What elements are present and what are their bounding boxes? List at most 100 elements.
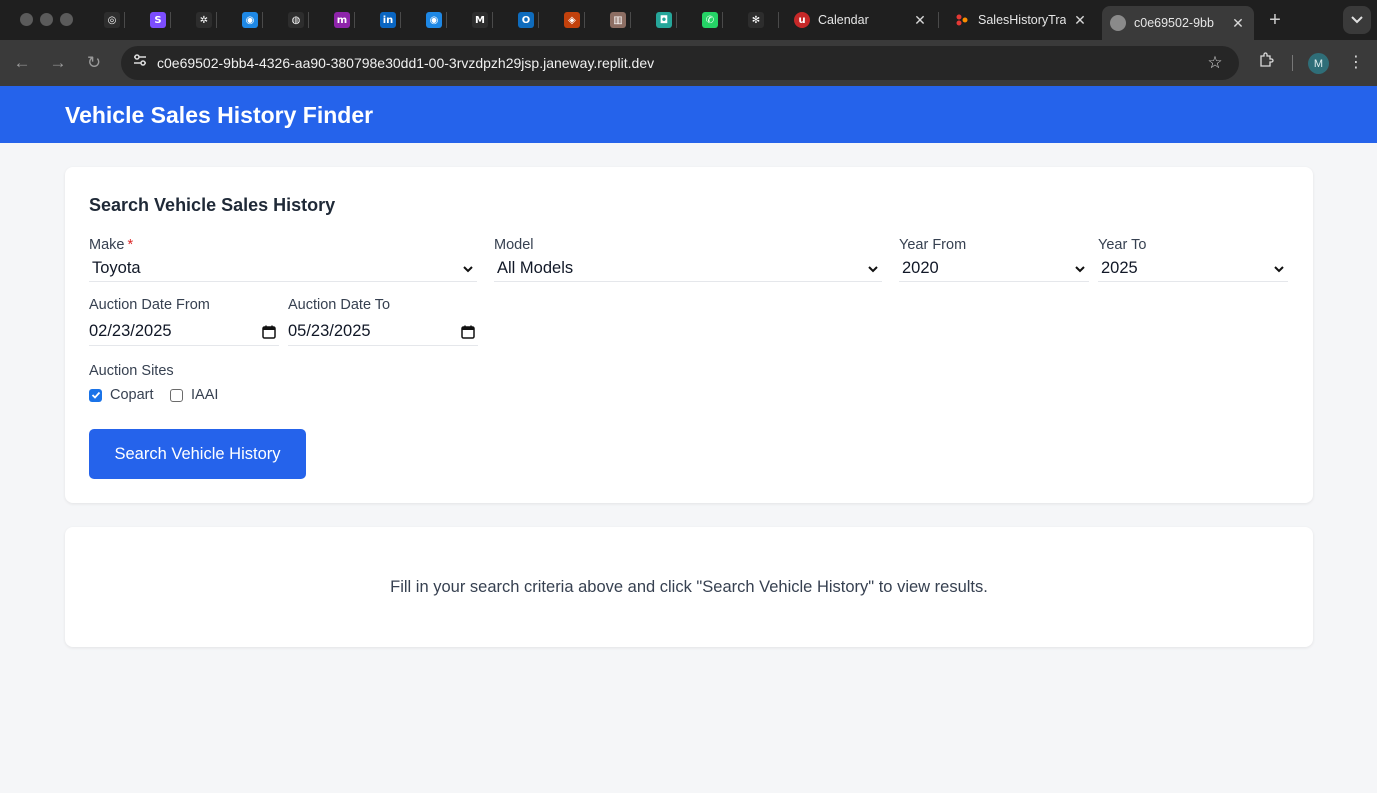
pinned-tab[interactable]: m (330, 8, 354, 32)
window-zoom-button[interactable] (60, 13, 73, 26)
pinned-tab[interactable]: ▥ (606, 8, 630, 32)
pinned-tab[interactable]: ◎ (100, 8, 124, 32)
make-label: Make * (89, 237, 133, 253)
year-from-value: 2020 (902, 259, 939, 277)
chevron-down-icon (1274, 265, 1284, 272)
calendar-icon[interactable] (460, 324, 476, 340)
tab-active-replit[interactable]: c0e69502-9bb ✕ (1102, 6, 1254, 40)
page-title: Vehicle Sales History Finder (65, 102, 374, 128)
results-card: Fill in your search criteria above and c… (65, 527, 1313, 647)
window-minimize-button[interactable] (40, 13, 53, 26)
make-select-value: Toyota (92, 259, 141, 277)
pinned-tab[interactable]: ✲ (192, 8, 216, 32)
iaai-label: IAAI (191, 387, 219, 403)
whatsapp-icon: ✆ (702, 12, 718, 28)
tab-separator (216, 12, 217, 28)
date-to-label: Auction Date To (288, 297, 391, 313)
app-header: Vehicle Sales History Finder (0, 86, 1377, 143)
new-tab-button[interactable]: + (1264, 9, 1286, 31)
chevron-down-icon (463, 265, 473, 272)
close-tab-icon[interactable]: ✕ (912, 12, 928, 28)
copart-label: Copart (110, 387, 154, 403)
window-close-button[interactable] (20, 13, 33, 26)
chevron-down-icon (1351, 16, 1363, 24)
close-tab-icon[interactable]: ✕ (1230, 15, 1246, 31)
dots-app-icon (954, 12, 970, 28)
copart-checkbox[interactable] (89, 388, 102, 402)
globe-icon (1110, 15, 1126, 31)
car-icon: ◈ (564, 12, 580, 28)
chatgpt-like-icon: ◎ (104, 12, 120, 28)
pinned-tab[interactable]: ✆ (698, 8, 722, 32)
pinned-tab[interactable]: ◍ (284, 8, 308, 32)
pinned-tab[interactable]: in (376, 8, 400, 32)
date-to-input[interactable]: 05/23/2025 (288, 318, 478, 346)
year-to-label: Year To (1098, 237, 1147, 253)
pinned-tab[interactable]: ◈ (560, 8, 584, 32)
s-app-icon: S (150, 12, 166, 28)
tab-separator (446, 12, 447, 28)
tab-separator (722, 12, 723, 28)
make-label-text: Make (89, 237, 125, 253)
tab-saleshistory[interactable]: SalesHistoryTra ✕ (946, 6, 1096, 34)
tab-separator (170, 12, 171, 28)
blue-swirl-icon: ◉ (242, 12, 258, 28)
pinned-tab[interactable]: M (468, 8, 492, 32)
address-bar[interactable]: c0e69502-9bb4-4326-aa90-380798e30dd1-00-… (121, 46, 1239, 80)
bookmark-star-icon[interactable]: ☆ (1204, 52, 1226, 74)
empty-results-message: Fill in your search criteria above and c… (390, 578, 988, 596)
year-from-select[interactable]: 2020 (899, 256, 1089, 282)
required-marker: * (127, 237, 134, 253)
calendar-icon[interactable] (261, 324, 277, 340)
extensions-icon[interactable] (1255, 52, 1277, 74)
tab-separator (308, 12, 309, 28)
tab-calendar[interactable]: u Calendar ✕ (786, 6, 936, 34)
tab-title: SalesHistoryTra (978, 13, 1066, 27)
model-select[interactable]: All Models (494, 256, 882, 282)
search-vehicle-history-button[interactable]: Search Vehicle History (89, 429, 306, 479)
iaai-checkbox-row[interactable]: IAAI (170, 387, 218, 403)
calendar-app-icon: u (794, 12, 810, 28)
back-button[interactable]: ← (11, 52, 33, 74)
chevron-down-icon (868, 265, 878, 272)
iaai-checkbox[interactable] (170, 388, 183, 402)
profile-avatar[interactable]: M (1308, 53, 1329, 74)
outlook-icon: O (518, 12, 534, 28)
tab-search-button[interactable] (1343, 6, 1371, 34)
date-to-value: 05/23/2025 (288, 322, 371, 340)
chevron-down-icon (1075, 265, 1085, 272)
pinned-tab[interactable]: ◉ (238, 8, 262, 32)
browser-menu-icon[interactable]: ⋮ (1345, 52, 1367, 74)
forward-button[interactable]: → (47, 52, 69, 74)
date-from-input[interactable]: 02/23/2025 (89, 318, 279, 346)
openai-icon: ✻ (748, 12, 764, 28)
search-heading: Search Vehicle Sales History (89, 195, 336, 215)
model-select-value: All Models (497, 259, 574, 277)
copart-checkbox-row[interactable]: Copart (89, 387, 154, 403)
tab-separator (630, 12, 631, 28)
site-settings-icon[interactable] (130, 53, 150, 73)
reload-button[interactable]: ↻ (83, 52, 105, 74)
gmail-icon: M (472, 12, 488, 28)
tab-title: c0e69502-9bb (1134, 16, 1214, 30)
gear-bug-icon: ✲ (196, 12, 212, 28)
tab-separator (492, 12, 493, 28)
pinned-tab[interactable]: ◘ (652, 8, 676, 32)
make-select[interactable]: Toyota (89, 256, 477, 282)
robot-icon: ◘ (656, 12, 672, 28)
browser-tab-bar: ◎ S ✲ ◉ ◍ m in ◉ M O ◈ ▥ ◘ ✆ ✻ u Calendar ✕ SalesHisto… (0, 0, 1377, 40)
tab-separator (676, 12, 677, 28)
pinned-tab[interactable]: ◉ (422, 8, 446, 32)
year-to-select[interactable]: 2025 (1098, 256, 1288, 282)
browser-toolbar: ← → ↻ c0e69502-9bb4-4326-aa90-380798e30d… (0, 40, 1377, 86)
date-from-value: 02/23/2025 (89, 322, 172, 340)
globe-icon: ◍ (288, 12, 304, 28)
pinned-tab[interactable]: O (514, 8, 538, 32)
checkmark-icon (91, 391, 100, 399)
model-label: Model (494, 237, 534, 253)
url-text: c0e69502-9bb4-4326-aa90-380798e30dd1-00-… (157, 55, 655, 71)
close-tab-icon[interactable]: ✕ (1072, 12, 1088, 28)
pinned-tab[interactable]: S (146, 8, 170, 32)
blue-swirl-icon: ◉ (426, 12, 442, 28)
pinned-tab[interactable]: ✻ (744, 8, 768, 32)
